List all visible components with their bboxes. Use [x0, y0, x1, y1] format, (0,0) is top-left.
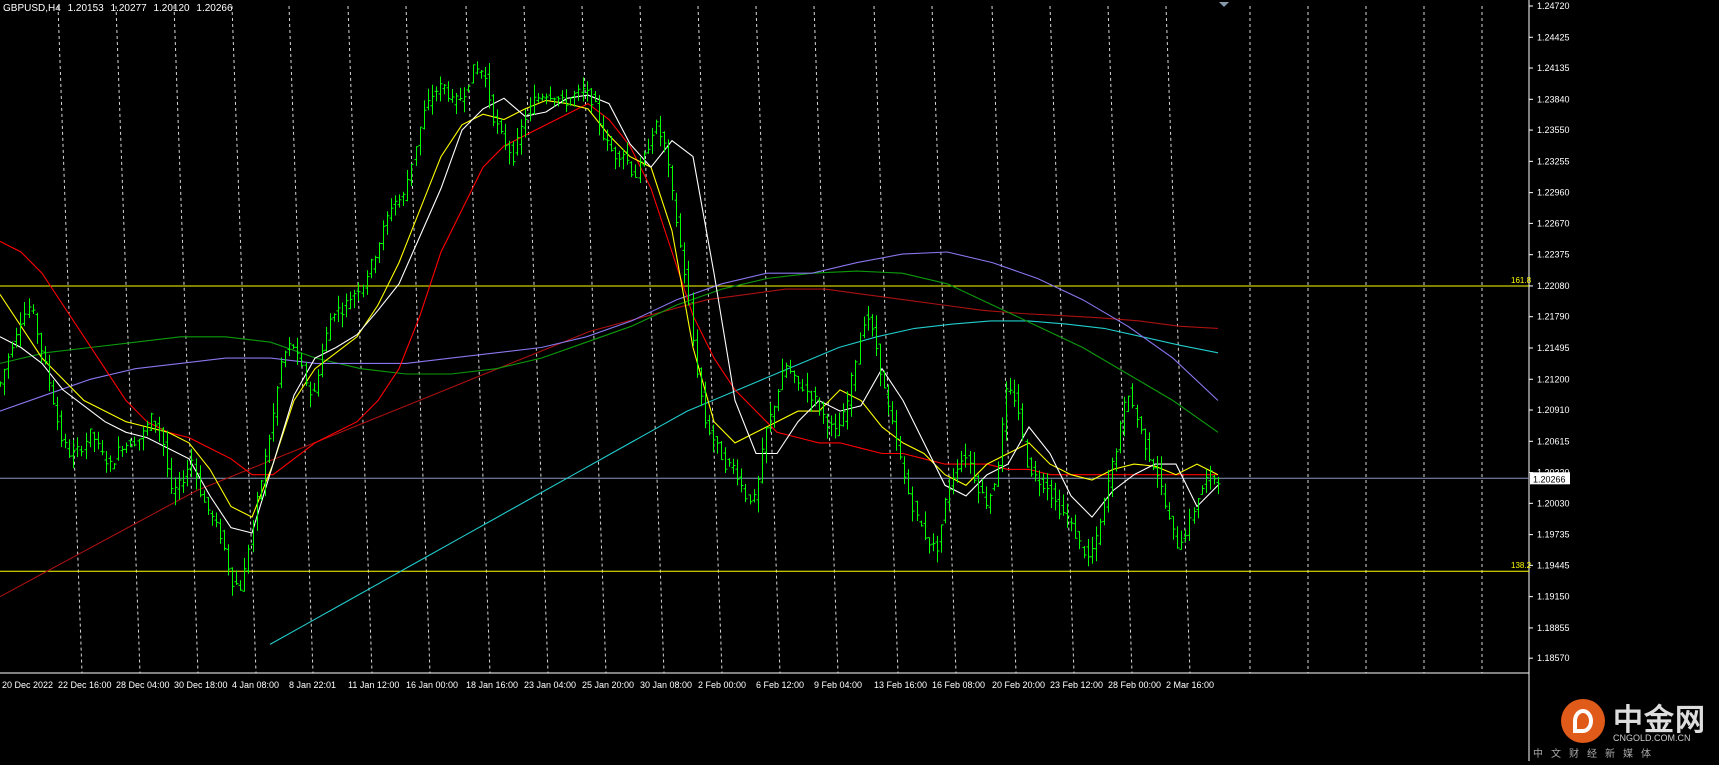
y-tick-label: 1.20030 [1537, 498, 1570, 508]
y-tick-label: 1.24425 [1537, 32, 1570, 42]
x-tick-label: 2 Mar 16:00 [1166, 680, 1214, 690]
x-tick-label: 16 Feb 08:00 [932, 680, 985, 690]
y-tick-label: 1.21790 [1537, 312, 1570, 322]
y-tick-label: 1.22375 [1537, 250, 1570, 260]
x-tick-label: 18 Jan 16:00 [466, 680, 518, 690]
x-tick-label: 4 Jan 08:00 [232, 680, 279, 690]
cngold-logo-icon [1561, 699, 1605, 743]
x-tick-label: 25 Jan 20:00 [582, 680, 634, 690]
watermark-subtitle: 中文财经新媒体 [1533, 749, 1659, 760]
chart-root: 20 Dec 2022 22 Dec 16:00 28 Dec 04:00 30 De… [0, 0, 1719, 761]
y-tick-label: 1.22080 [1537, 281, 1570, 291]
low-price: 1.20120 [153, 3, 190, 14]
x-tick-label: 23 Jan 04:00 [524, 680, 576, 690]
y-tick-label: 1.20910 [1537, 405, 1570, 415]
y-tick-label: 1.19150 [1537, 592, 1570, 602]
y-tick-label: 1.23840 [1537, 94, 1570, 104]
y-tick-label: 1.18855 [1537, 623, 1570, 633]
x-tick-label: 2 Feb 00:00 [698, 680, 746, 690]
fib-level-label: 138.2 [1511, 561, 1532, 570]
watermark-domain: CNGOLD.COM.CN [1613, 733, 1691, 743]
y-tick-label: 1.19445 [1537, 560, 1570, 570]
y-tick-label: 1.23550 [1537, 125, 1570, 135]
y-tick-label: 1.18570 [1537, 653, 1570, 663]
x-tick-label: 28 Feb 00:00 [1108, 680, 1161, 690]
high-price: 1.20277 [110, 3, 147, 14]
symbol-header: GBPUSD,H4 1.20153 1.20277 1.20120 1.2026… [3, 3, 237, 14]
y-tick-label: 1.24135 [1537, 63, 1570, 73]
y-tick-label: 1.22670 [1537, 218, 1570, 228]
y-tick-label: 1.23255 [1537, 156, 1570, 166]
x-tick-label: 30 Jan 08:00 [640, 680, 692, 690]
open-price: 1.20153 [67, 3, 104, 14]
watermark: 中金网 CNGOLD.COM.CN 中文财经新媒体 [1533, 695, 1711, 760]
y-tick-label: 1.24720 [1537, 1, 1570, 11]
x-tick-label: 16 Jan 00:00 [406, 680, 458, 690]
y-tick-label: 1.21495 [1537, 343, 1570, 353]
x-tick-label: 20 Dec 2022 [2, 680, 53, 690]
y-tick-label: 1.19735 [1537, 530, 1570, 540]
x-tick-label: 13 Feb 16:00 [874, 680, 927, 690]
symbol-label: GBPUSD,H4 [3, 3, 61, 14]
chart-background [0, 0, 1719, 761]
close-price: 1.20266 [196, 3, 233, 14]
x-tick-label: 30 Dec 18:00 [174, 680, 228, 690]
x-tick-label: 8 Jan 22:01 [289, 680, 336, 690]
x-tick-label: 28 Dec 04:00 [116, 680, 170, 690]
fib-level-label: 161.8 [1511, 276, 1532, 285]
x-tick-label: 20 Feb 20:00 [992, 680, 1045, 690]
x-tick-label: 23 Feb 12:00 [1050, 680, 1103, 690]
y-tick-label: 1.21200 [1537, 374, 1570, 384]
y-tick-label: 1.20615 [1537, 436, 1570, 446]
y-tick-label: 1.22960 [1537, 188, 1570, 198]
price-chart[interactable]: 20 Dec 2022 22 Dec 16:00 28 Dec 04:00 30 De… [0, 0, 1719, 761]
x-tick-label: 22 Dec 16:00 [58, 680, 112, 690]
x-tick-label: 9 Feb 04:00 [814, 680, 862, 690]
x-tick-label: 11 Jan 12:00 [348, 680, 399, 690]
x-tick-label: 6 Feb 12:00 [756, 680, 804, 690]
current-price-label: 1.20266 [1533, 474, 1566, 484]
